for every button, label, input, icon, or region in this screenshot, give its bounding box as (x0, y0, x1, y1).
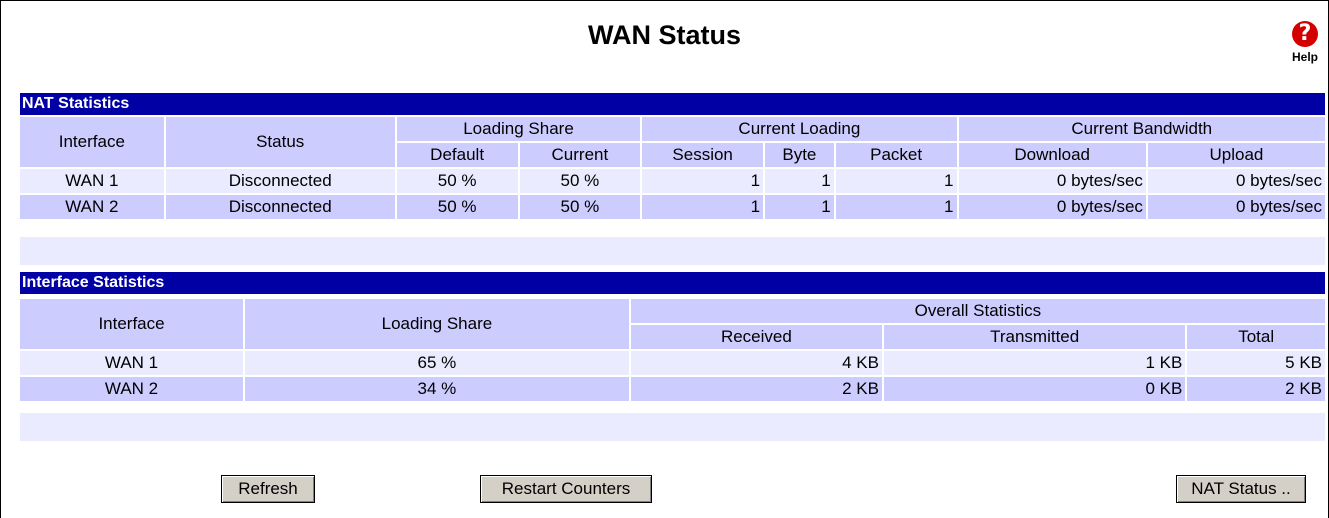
col-header-status: Status (165, 117, 395, 167)
col-header-byte: Byte (765, 143, 834, 167)
cell-packet: 1 (835, 195, 957, 219)
col-header-upload: Upload (1147, 143, 1325, 167)
cell-current: 50 % (519, 169, 641, 193)
col-header-transmitted: Transmitted (883, 325, 1186, 349)
table-row: WAN 1 Disconnected 50 % 50 % 1 1 1 0 byt… (20, 169, 1325, 193)
cell-interface: WAN 1 (20, 169, 164, 193)
refresh-button[interactable]: Refresh (221, 475, 315, 503)
col-header-loading-share: Loading Share (396, 117, 641, 141)
col-header-packet: Packet (835, 143, 957, 167)
cell-upload: 0 bytes/sec (1147, 169, 1325, 193)
cell-byte: 1 (765, 169, 834, 193)
help-label[interactable]: Help (1285, 50, 1325, 64)
cell-upload: 0 bytes/sec (1147, 195, 1325, 219)
col-header-download: Download (958, 143, 1146, 167)
nat-statistics-header: NAT Statistics (20, 93, 1325, 115)
cell-byte: 1 (765, 195, 834, 219)
interface-statistics-header: Interface Statistics (20, 272, 1325, 294)
cell-packet: 1 (835, 169, 957, 193)
interface-table-footer (20, 413, 1325, 441)
cell-received: 4 KB (630, 351, 882, 375)
cell-total: 5 KB (1187, 351, 1325, 375)
cell-status: Disconnected (165, 169, 395, 193)
col-header-total: Total (1187, 325, 1325, 349)
cell-status: Disconnected (165, 195, 395, 219)
col-header-overall-statistics: Overall Statistics (630, 299, 1325, 323)
cell-received: 2 KB (630, 377, 882, 401)
cell-interface: WAN 1 (20, 351, 244, 375)
nat-statistics-table: Interface Status Loading Share Current L… (18, 115, 1327, 221)
cell-loading-share: 65 % (245, 351, 629, 375)
cell-download: 0 bytes/sec (958, 169, 1146, 193)
col-header-current-bandwidth: Current Bandwidth (958, 117, 1325, 141)
cell-interface: WAN 2 (20, 195, 164, 219)
cell-session: 1 (642, 195, 764, 219)
nat-status-button[interactable]: NAT Status .. (1176, 475, 1306, 503)
table-row: WAN 1 65 % 4 KB 1 KB 5 KB (20, 351, 1325, 375)
col-header-interface: Interface (20, 117, 164, 167)
cell-transmitted: 1 KB (883, 351, 1186, 375)
help-button[interactable]: ? Help (1285, 21, 1325, 64)
page-title: WAN Status (587, 20, 741, 50)
help-icon[interactable]: ? (1292, 21, 1318, 47)
table-row: WAN 2 Disconnected 50 % 50 % 1 1 1 0 byt… (20, 195, 1325, 219)
cell-loading-share: 34 % (245, 377, 629, 401)
cell-default: 50 % (396, 169, 518, 193)
cell-default: 50 % (396, 195, 518, 219)
table-row: WAN 2 34 % 2 KB 0 KB 2 KB (20, 377, 1325, 401)
cell-interface: WAN 2 (20, 377, 244, 401)
col-header-session: Session (642, 143, 764, 167)
cell-download: 0 bytes/sec (958, 195, 1146, 219)
interface-statistics-table: Interface Loading Share Overall Statisti… (18, 297, 1327, 403)
restart-counters-button[interactable]: Restart Counters (480, 475, 652, 503)
cell-transmitted: 0 KB (883, 377, 1186, 401)
col-header-current-loading: Current Loading (642, 117, 957, 141)
col-header-loading-share: Loading Share (245, 299, 629, 349)
col-header-default: Default (396, 143, 518, 167)
col-header-interface: Interface (20, 299, 244, 349)
col-header-received: Received (630, 325, 882, 349)
cell-session: 1 (642, 169, 764, 193)
col-header-current: Current (519, 143, 641, 167)
cell-current: 50 % (519, 195, 641, 219)
nat-table-footer (20, 237, 1325, 265)
cell-total: 2 KB (1187, 377, 1325, 401)
